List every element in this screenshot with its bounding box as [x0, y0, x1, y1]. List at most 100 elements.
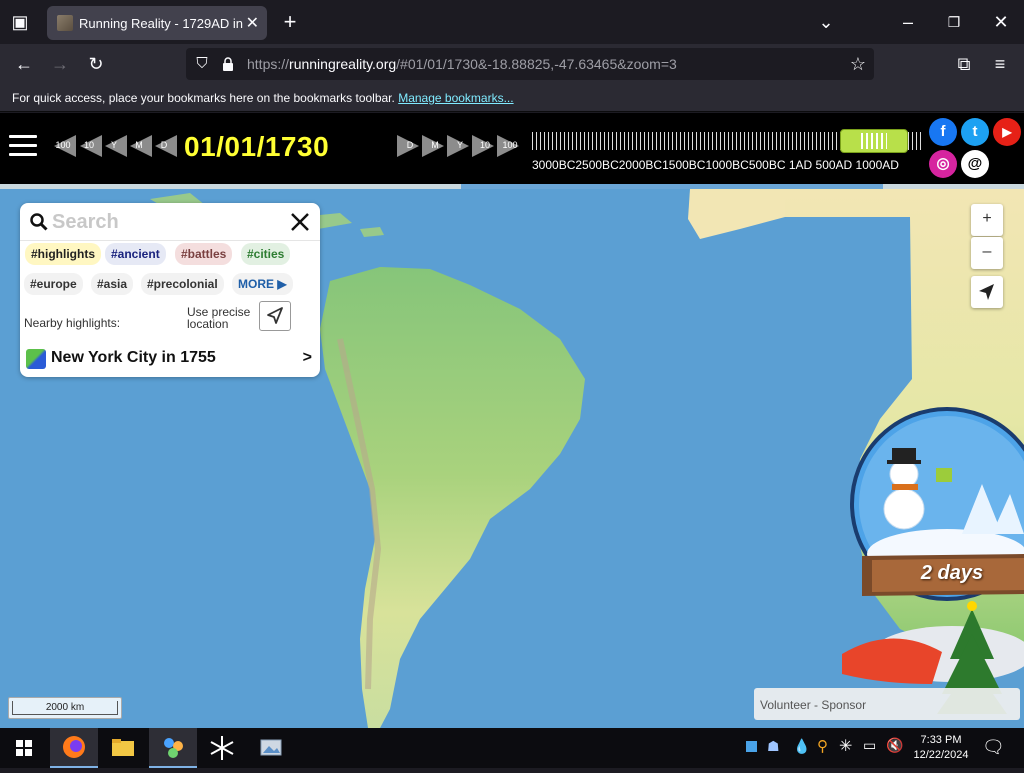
- tag-asia[interactable]: #asia: [91, 273, 134, 295]
- restore-icon[interactable]: ❐: [940, 8, 968, 36]
- extensions-icon[interactable]: ⧉: [950, 50, 978, 78]
- close-tab-icon[interactable]: ✕: [246, 13, 259, 33]
- reload-icon[interactable]: ↻: [82, 50, 110, 78]
- manage-bookmarks-link[interactable]: Manage bookmarks...: [398, 91, 513, 105]
- bookmark-star-icon[interactable]: ☆: [844, 50, 872, 78]
- system-clock[interactable]: 7:33 PM 12/22/2024: [910, 733, 972, 763]
- zoom-out-button[interactable]: –: [971, 237, 1003, 269]
- tag-europe[interactable]: #europe: [24, 273, 83, 295]
- tab-bar: ▣ Running Reality - 1729AD in World ✕ + …: [0, 0, 1024, 44]
- search-input[interactable]: Search: [52, 211, 119, 234]
- current-date[interactable]: 01/01/1730: [184, 131, 329, 163]
- snowflake-taskbar-button[interactable]: [198, 728, 246, 768]
- list-all-tabs-icon[interactable]: ⌄: [812, 8, 840, 36]
- people-app-icon: [164, 738, 183, 758]
- tag-ancient[interactable]: #ancient: [105, 243, 166, 265]
- file-explorer-taskbar-button[interactable]: [99, 728, 147, 768]
- highlight-item[interactable]: New York City in 1755 >: [26, 348, 314, 370]
- tag-precolonial[interactable]: #precolonial: [141, 273, 224, 295]
- tag-battles[interactable]: #battles: [175, 243, 233, 265]
- back-100-years-button[interactable]: 100: [50, 135, 76, 157]
- clock-date: 12/22/2024: [913, 749, 969, 761]
- back-year-button[interactable]: Y: [101, 135, 127, 157]
- url-text[interactable]: https://runningreality.org/#01/01/1730&-…: [247, 56, 677, 72]
- close-search-icon[interactable]: [290, 212, 310, 237]
- network-icon[interactable]: ▭: [863, 737, 876, 754]
- back-day-button[interactable]: D: [151, 135, 177, 157]
- minimize-icon[interactable]: –: [894, 8, 922, 36]
- tag-cities[interactable]: #cities: [241, 243, 291, 265]
- nearby-highlights-label: Nearby highlights:: [24, 316, 121, 330]
- highlight-arrow: >: [302, 349, 312, 366]
- snowflake-icon: [210, 736, 234, 760]
- search-bar[interactable]: Search: [20, 203, 320, 241]
- forward-100-years-button[interactable]: 100: [497, 135, 523, 157]
- zoom-in-button[interactable]: +: [971, 204, 1003, 236]
- volume-muted-icon[interactable]: 🔇: [886, 737, 903, 754]
- photos-taskbar-button[interactable]: [247, 728, 295, 768]
- instagram-icon[interactable]: ◎: [929, 150, 957, 178]
- tray-drop-icon[interactable]: 💧: [793, 738, 810, 755]
- forward-year-button[interactable]: Y: [447, 135, 473, 157]
- search-icon: [30, 213, 48, 236]
- photos-icon: [260, 739, 282, 756]
- tray-snowflake-icon[interactable]: ✳: [839, 736, 852, 756]
- app-menu-icon[interactable]: ≡: [986, 50, 1014, 78]
- url-bar[interactable]: ⛉ https://runningreality.org/#01/01/1730…: [186, 48, 874, 80]
- map-attribution[interactable]: Volunteer - Sponsor: [754, 688, 1020, 720]
- back-icon[interactable]: ←: [10, 50, 38, 78]
- windows-logo-icon: [16, 740, 32, 756]
- tray-search-icon[interactable]: ⚲: [817, 737, 828, 755]
- locate-me-button[interactable]: [971, 276, 1003, 308]
- forward-day-button[interactable]: D: [397, 135, 423, 157]
- clock-time: 7:33 PM: [920, 734, 962, 746]
- firefox-icon: [63, 736, 85, 758]
- forward-10-years-button[interactable]: 10: [472, 135, 498, 157]
- youtube-icon[interactable]: ▶: [993, 118, 1021, 146]
- close-window-icon[interactable]: ✕: [987, 8, 1015, 36]
- bookmarks-toolbar: For quick access, place your bookmarks h…: [0, 84, 1024, 112]
- start-button[interactable]: [0, 728, 48, 768]
- notifications-icon[interactable]: 🗨: [982, 737, 1005, 758]
- tab-title: Running Reality - 1729AD in World: [79, 15, 243, 31]
- lock-icon[interactable]: [222, 57, 234, 71]
- location-arrow-icon: [267, 307, 283, 324]
- navigation-bar: ← → ↻ ⛉ https://runningreality.org/#01/0…: [0, 44, 1024, 84]
- firefox-taskbar-button[interactable]: [50, 728, 98, 768]
- scale-label: 2000 km: [12, 701, 118, 715]
- back-month-button[interactable]: M: [126, 135, 152, 157]
- tab-list-icon[interactable]: ▣: [6, 8, 34, 36]
- windows-taskbar: ☗ 💧 ⚲ ✳ ▭ 🔇 7:33 PM 12/22/2024 🗨: [0, 728, 1024, 768]
- app-taskbar-button[interactable]: [149, 728, 197, 768]
- tray-app-icon[interactable]: [746, 741, 757, 752]
- precise-location-label: Use precise location: [187, 305, 251, 331]
- timeline-era-labels: 3000BC2500BC2000BC1500BC1000BC500BC 1AD …: [532, 158, 899, 172]
- navigation-arrow-icon: [979, 284, 994, 300]
- map-scale: 2000 km: [8, 697, 122, 719]
- highlight-title: New York City in 1755: [51, 349, 216, 366]
- browser-tab[interactable]: Running Reality - 1729AD in World ✕: [47, 6, 267, 40]
- precise-location-button[interactable]: [259, 301, 291, 331]
- snow-globe-illustration: [842, 407, 1024, 714]
- folder-icon: [112, 739, 134, 756]
- new-tab-icon[interactable]: +: [276, 8, 304, 36]
- snow-globe-promo[interactable]: 2 days: [832, 384, 1024, 724]
- site-header: 100 10 Y M D 01/01/1730 D M Y 10 100 300…: [0, 113, 1024, 184]
- favicon-icon: [57, 15, 73, 31]
- menu-icon[interactable]: [9, 135, 37, 157]
- tag-highlights[interactable]: #highlights: [25, 243, 101, 265]
- twitter-icon[interactable]: t: [961, 118, 989, 146]
- timeline-slider-handle[interactable]: [840, 129, 908, 153]
- facebook-icon[interactable]: f: [929, 118, 957, 146]
- bookmarks-message: For quick access, place your bookmarks h…: [12, 91, 395, 105]
- forward-month-button[interactable]: M: [422, 135, 448, 157]
- globe-icon: [26, 349, 46, 369]
- countdown-label: 2 days: [920, 562, 984, 584]
- threads-icon[interactable]: @: [961, 150, 989, 178]
- shield-icon[interactable]: ⛉: [188, 50, 216, 78]
- forward-icon[interactable]: →: [46, 50, 74, 78]
- tray-people-icon[interactable]: ☗: [767, 738, 780, 755]
- back-10-years-button[interactable]: 10: [76, 135, 102, 157]
- more-tags-button[interactable]: MORE ▶: [232, 273, 293, 295]
- search-panel: Search #highlights #ancient #battles #ci…: [20, 203, 320, 377]
